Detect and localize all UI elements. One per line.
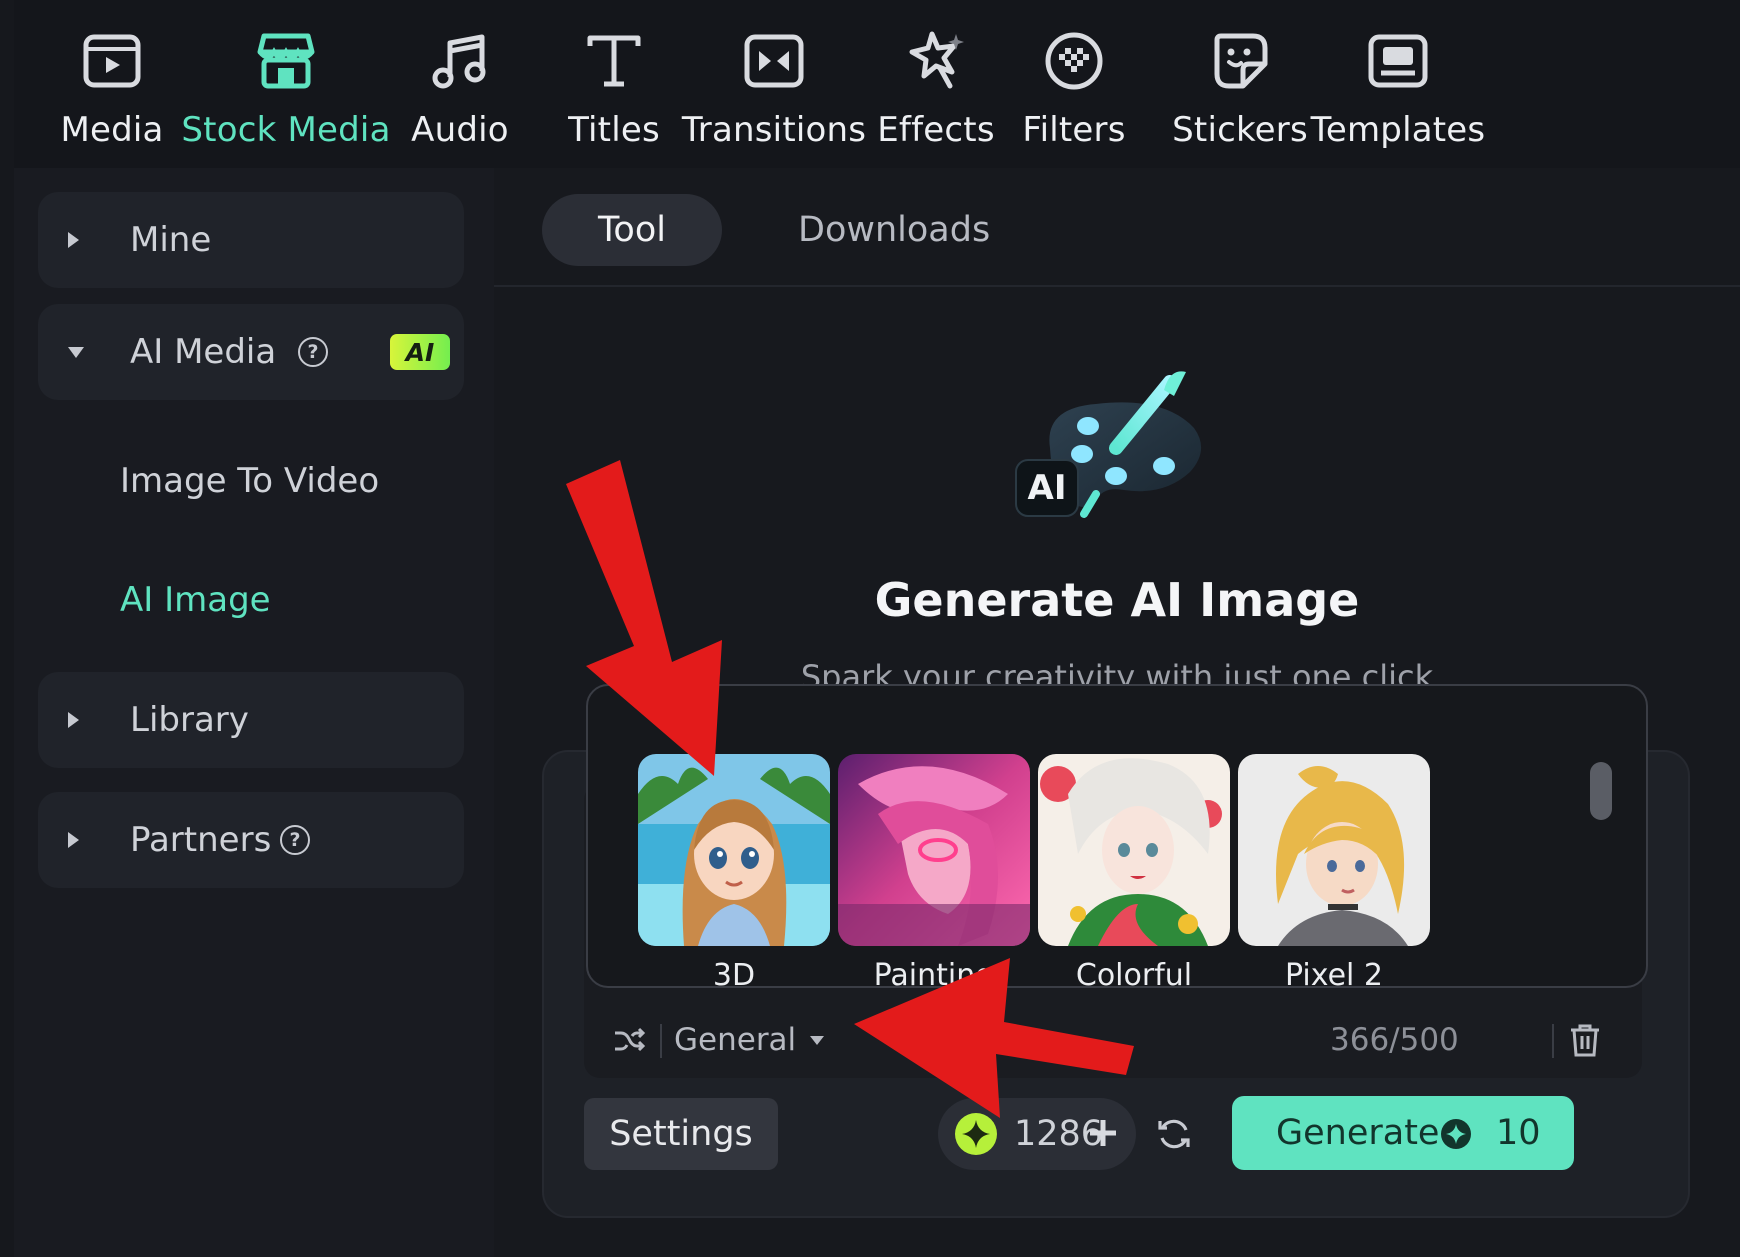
media-icon xyxy=(73,22,151,100)
style-card-pixel-2[interactable] xyxy=(1238,754,1430,946)
transition-icon xyxy=(735,22,813,100)
tab-stickers-label: Stickers xyxy=(1172,110,1308,150)
style-card-painting[interactable] xyxy=(838,754,1030,946)
style-thumbnail-pixel-2 xyxy=(1238,754,1430,946)
style-card-colorful[interactable] xyxy=(1038,754,1230,946)
style-card-3d[interactable] xyxy=(638,754,830,946)
style-thumbnail-3d xyxy=(638,754,830,946)
sidebar-item-library[interactable]: Library xyxy=(38,672,464,768)
text-t-icon xyxy=(575,22,653,100)
sidebar-item-library-label: Library xyxy=(130,700,249,740)
tab-audio-label: Audio xyxy=(411,110,509,150)
prompt-toolbar: General 366/500 xyxy=(584,1004,1642,1078)
expand-arrow-icon xyxy=(68,232,79,248)
style-label-3d: 3D xyxy=(712,958,756,993)
collapse-arrow-icon xyxy=(68,346,84,358)
ai-palette-illustration: AI xyxy=(1004,368,1244,538)
ai-badge: AI xyxy=(390,334,450,370)
help-icon[interactable]: ? xyxy=(298,337,328,367)
tab-stock-media[interactable]: Stock Media xyxy=(181,22,390,150)
sparkle-star-icon xyxy=(897,22,975,100)
style-select-value: General xyxy=(674,1022,797,1058)
style-label-painting: Painting xyxy=(873,958,995,992)
add-credits-icon[interactable] xyxy=(1088,1118,1118,1148)
tab-media-label: Media xyxy=(60,110,164,150)
sidebar-item-partners-label: Partners xyxy=(130,820,272,860)
tab-templates[interactable]: Templates xyxy=(1298,22,1498,150)
store-icon xyxy=(247,22,325,100)
expand-arrow-icon xyxy=(68,712,79,728)
settings-button[interactable]: Settings xyxy=(584,1098,778,1170)
top-toolbar: Media Stock Media Audio Titles Transitio… xyxy=(14,0,1740,168)
sidebar-item-image-to-video[interactable]: Image To Video xyxy=(120,461,379,501)
style-thumbnail-colorful xyxy=(1038,754,1230,946)
generate-label: Generate xyxy=(1276,1113,1440,1153)
generate-cost: 10 xyxy=(1496,1113,1541,1153)
style-thumbnail-painting xyxy=(838,754,1030,946)
trash-icon[interactable] xyxy=(1568,1022,1602,1058)
expand-arrow-icon xyxy=(68,832,79,848)
style-picker-popup: 3D Painting Colorful Pixel 2 xyxy=(586,684,1648,993)
filter-circle-icon xyxy=(1035,22,1113,100)
tab-titles-label: Titles xyxy=(568,110,660,150)
style-label-pixel-2: Pixel 2 xyxy=(1284,958,1383,993)
divider xyxy=(1552,1024,1554,1058)
refresh-icon[interactable] xyxy=(1156,1116,1192,1152)
sidebar: Mine AI Media ? AI Image To Video AI Ima… xyxy=(14,168,494,1257)
sidebar-item-ai-image[interactable]: AI Image xyxy=(120,580,271,620)
chevron-down-icon xyxy=(810,1035,825,1045)
sidebar-item-ai-media-label: AI Media xyxy=(130,332,277,372)
shuffle-icon[interactable] xyxy=(612,1024,646,1058)
credit-coin-icon xyxy=(954,1112,998,1156)
divider xyxy=(660,1024,662,1058)
tab-templates-label: Templates xyxy=(1310,110,1486,150)
template-icon xyxy=(1359,22,1437,100)
sidebar-item-mine-label: Mine xyxy=(130,220,212,260)
help-icon[interactable]: ? xyxy=(280,825,310,855)
credits-balance[interactable]: 1286 xyxy=(938,1098,1136,1170)
tab-filters-label: Filters xyxy=(1022,110,1126,150)
tab-divider xyxy=(494,285,1740,287)
generate-button[interactable]: Generate 10 xyxy=(1232,1096,1574,1170)
tab-downloads[interactable]: Downloads xyxy=(798,194,990,266)
hero-title: Generate AI Image xyxy=(874,573,1360,627)
sidebar-item-ai-media[interactable]: AI Media ? AI xyxy=(38,304,464,400)
sidebar-item-mine[interactable]: Mine xyxy=(38,192,464,288)
music-note-icon xyxy=(421,22,499,100)
style-select[interactable]: General xyxy=(674,1018,825,1062)
ai-tile-label: AI xyxy=(1027,468,1067,508)
sticker-smile-icon xyxy=(1201,22,1279,100)
scrollbar-thumb[interactable] xyxy=(1590,762,1612,820)
credit-coin-icon xyxy=(1440,1118,1472,1150)
sidebar-item-partners[interactable]: Partners ? xyxy=(38,792,464,888)
char-count: 366/500 xyxy=(1330,1022,1459,1058)
tab-tool[interactable]: Tool xyxy=(542,194,722,266)
style-label-colorful: Colorful xyxy=(1075,958,1193,993)
